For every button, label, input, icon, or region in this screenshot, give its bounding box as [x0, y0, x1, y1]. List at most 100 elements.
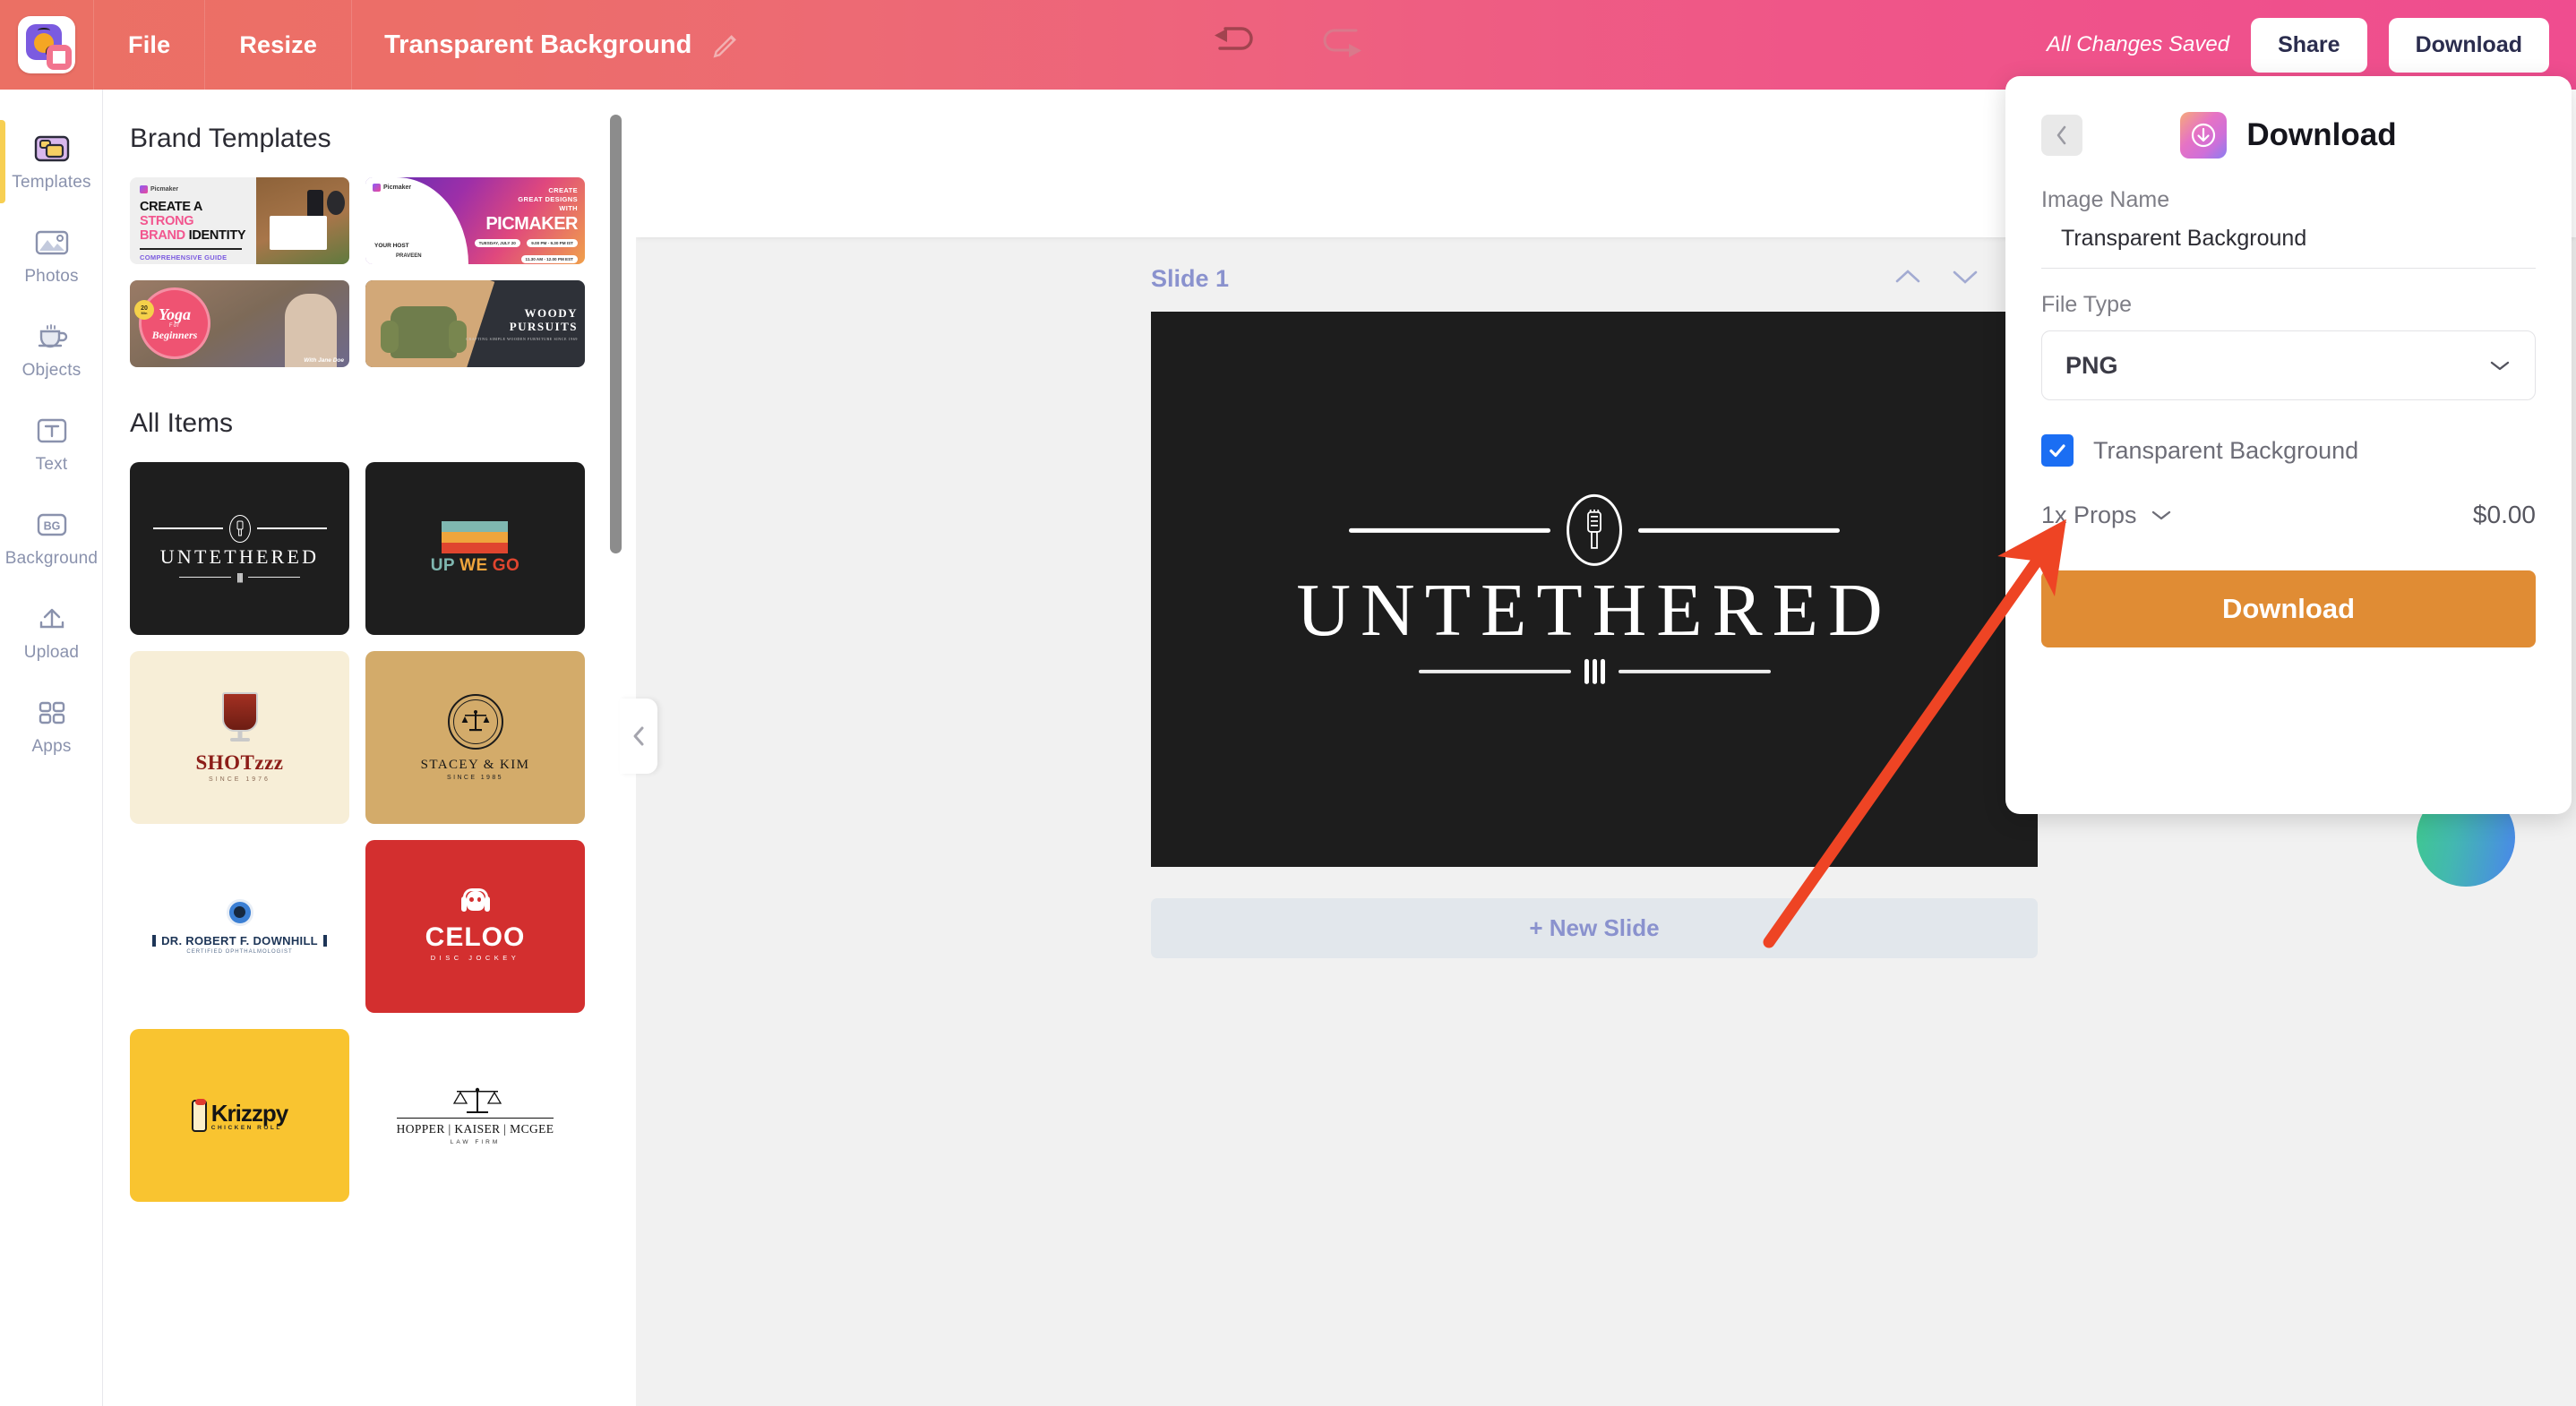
- template-brand-tag: Picmaker: [373, 184, 411, 192]
- share-button[interactable]: Share: [2251, 17, 2367, 73]
- props-label: 1x Props: [2041, 501, 2137, 528]
- price-value: $0.00: [2472, 501, 2536, 528]
- dr-title: DR. ROBERT F. DOWNHILL: [161, 933, 318, 947]
- item-card-hopper-kaiser-mcgee[interactable]: HOPPER | KAISER | MCGEE LAW FIRM: [365, 1029, 585, 1202]
- woody-title-2: PURSUITS: [509, 319, 578, 333]
- yoga-badge-unit: Min: [141, 310, 148, 315]
- dr-name-row: DR. ROBERT F. DOWNHILL: [152, 934, 327, 947]
- krizzpy-lockup: Krizzpy CHICKEN ROLL: [191, 1098, 288, 1132]
- headline-part-3: BRAND: [140, 228, 185, 244]
- download-button[interactable]: Download: [2388, 17, 2549, 73]
- celoo-subtitle: DISC JOCKEY: [430, 954, 520, 962]
- webinar-host-name: PRAVEEN: [396, 253, 422, 259]
- document-title[interactable]: Transparent Background: [384, 30, 691, 60]
- template-headline: CREATE A STRONG BRAND IDENTITY: [140, 200, 256, 244]
- item-card-stacey-kim[interactable]: STACEY & KIM SINCE 1985: [365, 651, 585, 824]
- file-type-select[interactable]: PNG: [2041, 330, 2536, 400]
- untethered-canvas-logo[interactable]: UNTETHERED: [1151, 493, 2038, 685]
- transparent-background-row[interactable]: Transparent Background: [2041, 434, 2536, 467]
- sidebar-item-templates[interactable]: Templates: [0, 115, 103, 209]
- untethered-line-right: [256, 527, 327, 529]
- uwg-word-3: GO: [492, 556, 520, 575]
- chevron-down-icon[interactable]: [1950, 266, 1980, 292]
- apps-grid-icon: [32, 695, 72, 731]
- item-card-untethered[interactable]: UNTETHERED |||: [130, 462, 349, 635]
- header-actions: All Changes Saved Share Download: [2046, 17, 2576, 73]
- sidebar-item-background[interactable]: BG Background: [0, 491, 103, 585]
- item-card-celoo[interactable]: CELOO DISC JOCKEY: [365, 840, 585, 1013]
- sidebar-item-apps[interactable]: Apps: [0, 679, 103, 773]
- item-card-dr-robert-downhill[interactable]: DR. ROBERT F. DOWNHILL CERTIFIED OPHTHAL…: [130, 840, 349, 1013]
- slide-canvas[interactable]: UNTETHERED: [1151, 312, 2038, 867]
- download-back-button[interactable]: [2041, 115, 2082, 156]
- file-type-value: PNG: [2065, 351, 2118, 379]
- chevron-down-icon: [2150, 508, 2173, 522]
- chevron-up-icon[interactable]: [1893, 266, 1923, 292]
- sidebar-item-text[interactable]: Text: [0, 397, 103, 491]
- template-photo: [256, 177, 349, 264]
- canvas-line-left: [1349, 527, 1550, 533]
- sidebar-item-photos[interactable]: Photos: [0, 209, 103, 303]
- template-brand-tag: Picmaker: [140, 185, 256, 193]
- pencil-icon[interactable]: [711, 30, 742, 60]
- download-title-wrap: Download: [2041, 112, 2536, 159]
- brand-templates-heading: Brand Templates: [130, 124, 331, 153]
- template-card-brand-identity[interactable]: Picmaker CREATE A STRONG BRAND IDENTITY …: [130, 177, 349, 264]
- template-card-woody-pursuits[interactable]: WOODY PURSUITS CRAFTING SIMPLE WOODEN FU…: [365, 280, 585, 367]
- template-subtitle: COMPREHENSIVE GUIDE: [140, 253, 228, 261]
- untethered-lockup: UNTETHERED |||: [152, 514, 327, 583]
- menu-resize[interactable]: Resize: [205, 0, 351, 90]
- yoga-duration-badge: 20 Min: [134, 300, 154, 320]
- checkmark-icon: [2047, 440, 2068, 461]
- uwg-word-2: WE: [459, 556, 488, 575]
- woody-caption: CRAFTING SIMPLE WOODEN FURNITURE SINCE 1…: [466, 336, 578, 341]
- brand-templates-grid: Picmaker CREATE A STRONG BRAND IDENTITY …: [103, 154, 636, 367]
- uwg-word-1: UP: [430, 556, 456, 575]
- sidebar-label-photos: Photos: [24, 267, 79, 286]
- webinar-host-label: YOUR HOST: [374, 243, 409, 249]
- download-panel-title: Download: [2246, 117, 2397, 152]
- template-right-text: CREATE GREAT DESIGNS WITH PICMAKER TUESD…: [455, 186, 579, 264]
- sidebar-label-text: Text: [35, 455, 68, 474]
- guitar-headstock-icon: [228, 514, 251, 543]
- hopper-subtitle: LAW FIRM: [450, 1139, 501, 1145]
- left-icon-rail: Templates Photos Objects Text BG Backgro…: [0, 90, 103, 1406]
- props-selector[interactable]: 1x Props: [2041, 502, 2173, 529]
- text-t-icon: [32, 413, 72, 449]
- transparent-background-checkbox[interactable]: [2041, 434, 2074, 467]
- item-card-krizzpy[interactable]: Krizzpy CHICKEN ROLL: [130, 1029, 349, 1202]
- canvas-logo-title: UNTETHERED: [1296, 568, 1893, 652]
- image-name-input[interactable]: [2041, 213, 2536, 269]
- panel-scrollbar[interactable]: [610, 115, 622, 553]
- redo-arrow-icon[interactable]: [1315, 23, 1370, 67]
- logo-badge: [47, 45, 72, 70]
- webinar-time-pill-2: 11.30 AM - 12.00 PM EST: [520, 255, 578, 264]
- sidebar-item-upload[interactable]: Upload: [0, 585, 103, 679]
- chevron-down-icon: [2488, 358, 2512, 373]
- sidebar-label-upload: Upload: [23, 643, 80, 662]
- menu-file[interactable]: File: [94, 0, 204, 90]
- sidebar-label-apps: Apps: [31, 737, 72, 756]
- new-slide-button[interactable]: + New Slide: [1151, 898, 2038, 958]
- photos-icon: [32, 225, 72, 261]
- sidebar-label-background: Background: [4, 549, 99, 568]
- save-status: All Changes Saved: [2046, 32, 2230, 56]
- up-we-go-bars: [442, 521, 509, 553]
- templates-icon: [32, 131, 72, 167]
- sidebar-label-templates: Templates: [12, 173, 91, 192]
- item-card-up-we-go[interactable]: UP WE GO: [365, 462, 585, 635]
- template-card-picmaker-webinar[interactable]: Picmaker CREATE GREAT DESIGNS WITH PICMA…: [365, 177, 585, 264]
- krizzpy-text: Krizzpy CHICKEN ROLL: [211, 1100, 288, 1131]
- image-name-label: Image Name: [2041, 187, 2170, 212]
- download-confirm-button[interactable]: Download: [2041, 570, 2536, 647]
- woody-chair: [381, 306, 467, 358]
- item-card-shotzzz[interactable]: SHOTzzz SINCE 1976: [130, 651, 349, 824]
- yoga-title: Yoga: [159, 305, 191, 323]
- sidebar-item-objects[interactable]: Objects: [0, 303, 103, 397]
- download-panel-header: Download: [2041, 107, 2536, 164]
- webinar-host-block: PRAVEEN: [396, 253, 422, 259]
- undo-arrow-icon[interactable]: [1206, 23, 1261, 67]
- template-card-yoga[interactable]: Yoga For Beginners 20 Min With Jane Doe: [130, 280, 349, 367]
- picmaker-logo-icon[interactable]: [18, 16, 75, 73]
- panel-collapse-button[interactable]: [620, 699, 657, 774]
